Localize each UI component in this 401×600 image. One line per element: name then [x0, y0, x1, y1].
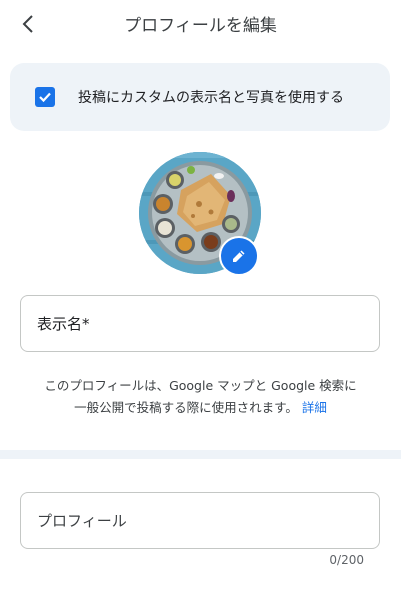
- profile-field[interactable]: プロフィール: [20, 492, 380, 549]
- helper-text: このプロフィールは、Google マップと Google 検索に 一般公開で投稿…: [0, 375, 401, 419]
- header: プロフィールを編集: [0, 0, 401, 46]
- profile-label: プロフィール: [37, 512, 127, 530]
- learn-more-link[interactable]: 詳細: [302, 400, 327, 415]
- check-icon: [39, 92, 51, 103]
- edit-profile-screen: プロフィールを編集 投稿にカスタムの表示名と写真を使用する 表示名* このプロフ…: [0, 0, 401, 600]
- page-title: プロフィールを編集: [124, 16, 277, 36]
- display-name-field[interactable]: 表示名*: [20, 295, 380, 352]
- display-name-label: 表示名*: [37, 315, 90, 333]
- helper-text-line-2-container: 一般公開で投稿する際に使用されます。 詳細: [0, 397, 401, 419]
- custom-name-option-card[interactable]: 投稿にカスタムの表示名と写真を使用する: [10, 63, 390, 131]
- character-counter: 0/200: [329, 553, 364, 567]
- edit-photo-button[interactable]: [219, 236, 259, 276]
- helper-text-line-2: 一般公開で投稿する際に使用されます。: [74, 400, 298, 415]
- custom-name-label: 投稿にカスタムの表示名と写真を使用する: [78, 90, 344, 106]
- avatar-section: [139, 152, 261, 276]
- section-divider: [0, 450, 401, 459]
- custom-name-checkbox[interactable]: [35, 87, 55, 107]
- pencil-icon: [233, 250, 245, 262]
- helper-text-line-1: このプロフィールは、Google マップと Google 検索に: [44, 378, 357, 393]
